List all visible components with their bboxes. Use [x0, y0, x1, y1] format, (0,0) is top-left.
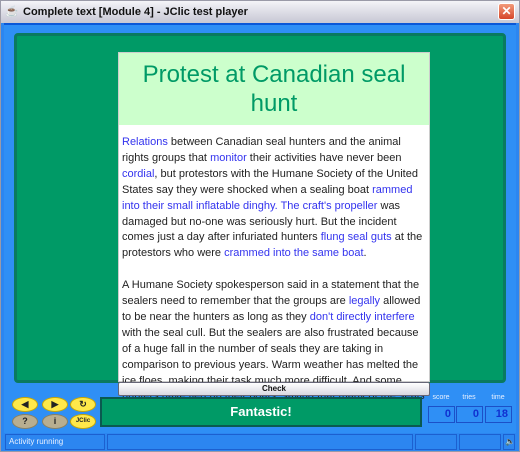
tries-label: tries: [462, 394, 476, 401]
close-button[interactable]: ✕: [498, 3, 515, 20]
time-counter: 18: [485, 406, 512, 423]
help-button[interactable]: ?: [12, 414, 38, 429]
score-label: score: [432, 394, 450, 401]
time-label: time: [491, 394, 505, 401]
jclic-button[interactable]: JClic: [70, 414, 96, 429]
gap-field[interactable]: Relations: [122, 136, 168, 148]
status-text: Activity running: [5, 434, 105, 450]
info-button[interactable]: i: [42, 414, 68, 429]
info-icon: i: [53, 416, 57, 426]
sound-icon[interactable]: 🔈: [503, 434, 515, 450]
text-content[interactable]: Relations between Canadian seal hunters …: [119, 125, 429, 421]
status-field: [107, 434, 413, 450]
gap-field[interactable]: don't directly interfere: [310, 311, 415, 323]
next-button[interactable]: ▶: [42, 397, 68, 412]
reset-button[interactable]: ↻: [70, 397, 96, 412]
text-segment: .: [363, 247, 367, 260]
arrow-right-icon: ▶: [51, 399, 59, 409]
app-window: ☕ Complete text [Module 4] - JClic test …: [0, 0, 520, 452]
gap-field[interactable]: legally: [349, 295, 380, 307]
text-segment: their activities have never been: [246, 151, 402, 164]
score-counter: 0: [428, 406, 455, 423]
jclic-logo: JClic: [75, 418, 91, 424]
gap-field[interactable]: crammed into the same boat: [224, 247, 363, 259]
status-field: [415, 434, 457, 450]
title-bar: ☕ Complete text [Module 4] - JClic test …: [1, 1, 519, 23]
activity-title: Protest at Canadian seal hunt: [119, 53, 429, 125]
status-field: [459, 434, 501, 450]
status-bar: Activity running 🔈: [4, 433, 516, 451]
activity-area: Protest at Canadian seal hunt Relations …: [14, 33, 506, 418]
gap-field[interactable]: flung seal guts: [321, 231, 392, 243]
window-title: Complete text [Module 4] - JClic test pl…: [23, 6, 248, 18]
text-panel: Protest at Canadian seal hunt Relations …: [118, 52, 430, 418]
message-box: Fantastic!: [100, 397, 422, 427]
gap-field[interactable]: cordial: [122, 168, 154, 180]
player-frame: Protest at Canadian seal hunt Relations …: [4, 23, 516, 433]
arrow-left-icon: ◀: [21, 399, 29, 409]
java-icon: ☕: [5, 6, 19, 18]
reload-icon: ↻: [79, 399, 87, 409]
tries-counter: 0: [456, 406, 483, 423]
prev-button[interactable]: ◀: [12, 397, 38, 412]
check-button[interactable]: Check: [118, 382, 430, 396]
gap-field[interactable]: monitor: [210, 152, 247, 164]
help-icon: ?: [22, 416, 28, 426]
paragraph: Relations between Canadian seal hunters …: [122, 135, 426, 262]
